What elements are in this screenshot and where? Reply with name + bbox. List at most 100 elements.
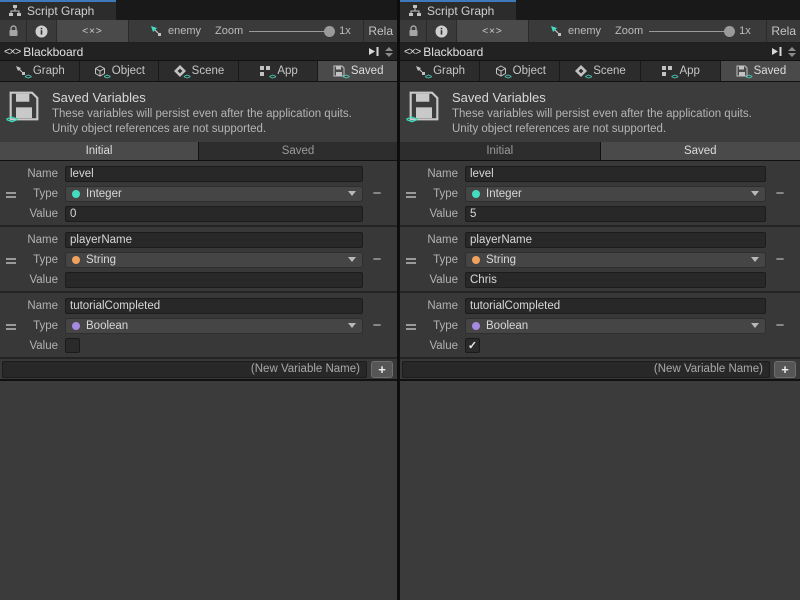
value-label: Value (22, 208, 58, 220)
drag-handle-icon (6, 258, 16, 264)
tab-app[interactable]: <> App (641, 61, 720, 81)
variable-value-input[interactable] (465, 206, 766, 222)
value-label: Value (22, 340, 58, 352)
info-line-1: These variables will persist even after … (452, 107, 752, 122)
drag-handle[interactable] (0, 231, 22, 291)
graph-tab-icon: <> (14, 65, 28, 78)
step-up-icon[interactable] (788, 47, 796, 51)
state-tabs: Initial Saved (0, 142, 397, 161)
tab-object[interactable]: <> Object (480, 61, 559, 81)
tab-saved[interactable]: <> Saved (721, 61, 800, 81)
graph-reference[interactable]: enemy (541, 20, 609, 42)
blackboard-header: <×> Blackboard (0, 43, 397, 61)
type-dropdown[interactable]: Integer (465, 186, 766, 202)
remove-variable-button[interactable]: − (363, 185, 391, 202)
info-text: Saved Variables These variables will per… (52, 90, 352, 137)
variable-row: Name Type String − Value (0, 227, 397, 293)
tab-script-graph[interactable]: Script Graph (0, 0, 116, 20)
relations-toggle[interactable]: Rela (363, 20, 397, 42)
tab-graph[interactable]: <> Graph (0, 61, 79, 81)
zoom-slider[interactable] (249, 31, 333, 32)
zoom-label: Zoom (615, 25, 643, 37)
graph-name: enemy (168, 25, 201, 37)
floppy-variables-icon: <> (408, 90, 440, 122)
type-dropdown[interactable]: Integer (65, 186, 363, 202)
tab-saved-state[interactable]: Saved (601, 142, 800, 160)
lock-button[interactable] (400, 20, 427, 42)
dock-icon[interactable] (366, 45, 380, 58)
drag-handle[interactable] (0, 165, 22, 225)
remove-variable-button[interactable]: − (363, 251, 391, 268)
add-variable-button[interactable]: + (371, 361, 393, 378)
tab-saved[interactable]: <> Saved (318, 61, 397, 81)
graph-canvas[interactable] (0, 381, 397, 600)
tab-scene[interactable]: <> Scene (560, 61, 639, 81)
remove-variable-button[interactable]: − (363, 317, 391, 334)
variable-row: Name Type Boolean − Valu (400, 293, 800, 359)
integer-type-icon (472, 190, 480, 198)
new-variable-input[interactable] (402, 361, 770, 378)
value-checkbox[interactable]: ✓ (465, 338, 480, 353)
variable-name-input[interactable] (65, 232, 363, 248)
tab-script-graph[interactable]: Script Graph (400, 0, 516, 20)
zoom-slider-handle[interactable] (324, 26, 335, 37)
tab-app[interactable]: <> App (239, 61, 318, 81)
graph-reference[interactable]: enemy (141, 20, 209, 42)
variable-name-input[interactable] (465, 232, 766, 248)
variables-list: Name Type Integer − Valu (0, 161, 397, 359)
tab-graph[interactable]: <> Graph (400, 61, 479, 81)
panel-steppers[interactable] (385, 47, 393, 57)
panel-steppers[interactable] (788, 47, 796, 57)
lock-button[interactable] (0, 20, 27, 42)
variable-value-input[interactable] (465, 272, 766, 288)
type-dropdown[interactable]: Boolean (65, 318, 363, 334)
variable-name-input[interactable] (465, 298, 766, 314)
new-variable-input[interactable] (2, 361, 367, 378)
remove-variable-button[interactable]: − (766, 317, 794, 334)
drag-handle[interactable] (400, 231, 422, 291)
name-label: Name (422, 300, 458, 312)
variable-name-input[interactable] (465, 166, 766, 182)
value-checkbox[interactable] (65, 338, 80, 353)
tab-scene[interactable]: <> Scene (159, 61, 238, 81)
add-variable-button[interactable]: + (774, 361, 796, 378)
drag-handle[interactable] (0, 297, 22, 357)
chevron-down-icon (751, 257, 759, 262)
variable-name-input[interactable] (65, 166, 363, 182)
step-down-icon[interactable] (788, 53, 796, 57)
variable-row: Name Type Boolean − Valu (0, 293, 397, 359)
variable-value-input[interactable] (65, 272, 363, 288)
blackboard-title: Blackboard (23, 45, 83, 59)
chevron-down-icon (751, 191, 759, 196)
variable-row: Name Type Integer − Valu (400, 161, 800, 227)
name-label: Name (22, 234, 58, 246)
info-title: Saved Variables (52, 90, 352, 105)
relations-toggle[interactable]: Rela (766, 20, 800, 42)
remove-variable-button[interactable]: − (766, 251, 794, 268)
inspect-button[interactable] (27, 20, 57, 42)
type-dropdown[interactable]: String (465, 252, 766, 268)
step-down-icon[interactable] (385, 53, 393, 57)
type-dropdown[interactable]: Boolean (465, 318, 766, 334)
inspect-button[interactable] (427, 20, 457, 42)
zoom-slider-handle[interactable] (724, 26, 735, 37)
tab-initial[interactable]: Initial (0, 142, 198, 160)
tab-saved-state[interactable]: Saved (199, 142, 397, 160)
script-graph-panel-left: Script Graph <×> enemy (0, 0, 400, 600)
chevron-down-icon (348, 257, 356, 262)
drag-handle[interactable] (400, 165, 422, 225)
dock-icon[interactable] (769, 45, 783, 58)
remove-variable-button[interactable]: − (766, 185, 794, 202)
drag-handle[interactable] (400, 297, 422, 357)
zoom-slider[interactable] (649, 31, 733, 32)
graph-inspector-toggle[interactable]: <×> (57, 20, 129, 42)
step-up-icon[interactable] (385, 47, 393, 51)
type-dropdown[interactable]: String (65, 252, 363, 268)
variable-value-input[interactable] (65, 206, 363, 222)
tab-object[interactable]: <> Object (80, 61, 159, 81)
graph-canvas[interactable] (400, 381, 800, 600)
graph-inspector-toggle[interactable]: <×> (457, 20, 529, 42)
tab-initial[interactable]: Initial (400, 142, 600, 160)
variable-name-input[interactable] (65, 298, 363, 314)
variable-row: Name Type String − Value (400, 227, 800, 293)
